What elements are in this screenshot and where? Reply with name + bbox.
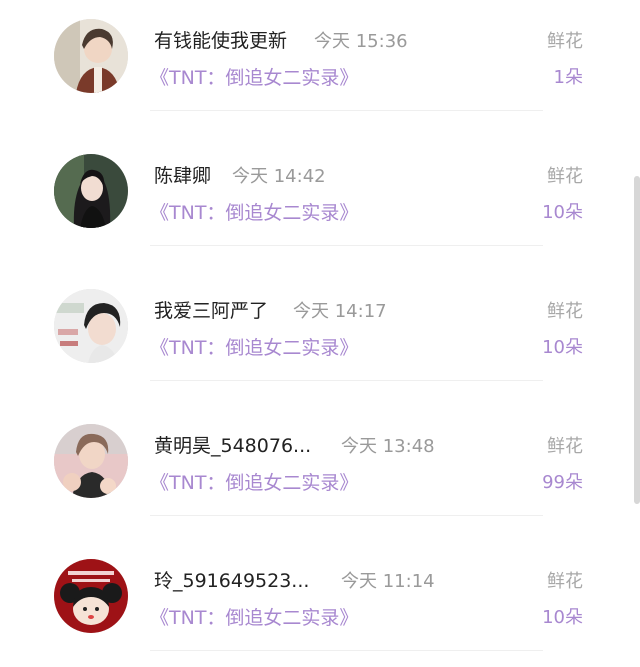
gift-count: 10朵 (542, 202, 583, 223)
gift-list: 有钱能使我更新 今天 15:36 《TNT：倒追女二实录》 鲜花 1朵 陈肆卿 … (0, 0, 640, 667)
avatar-photo (54, 154, 128, 228)
user-name[interactable]: 我爱三阿严了 (154, 296, 268, 323)
gift-type-label: 鲜花 (547, 436, 583, 457)
list-item[interactable]: 我爱三阿严了 今天 14:17 《TNT：倒追女二实录》 鲜花 10朵 (0, 270, 640, 405)
avatar-photo (54, 289, 128, 363)
avatar[interactable] (54, 424, 128, 498)
avatar[interactable] (54, 19, 128, 93)
list-item[interactable]: 玲_591649523... 今天 11:14 《TNT：倒追女二实录》 鲜花 … (0, 540, 640, 667)
gift-type-label: 鲜花 (547, 301, 583, 322)
book-title-link[interactable]: 《TNT：倒追女二实录》 (150, 468, 358, 495)
book-title-link[interactable]: 《TNT：倒追女二实录》 (150, 603, 358, 630)
timestamp: 今天 11:14 (341, 571, 435, 592)
gift-type-label: 鲜花 (547, 31, 583, 52)
gift-type-label: 鲜花 (547, 166, 583, 187)
avatar[interactable] (54, 289, 128, 363)
user-name[interactable]: 有钱能使我更新 (154, 26, 287, 53)
avatar[interactable] (54, 154, 128, 228)
gift-count: 10朵 (542, 337, 583, 358)
scrollbar[interactable] (634, 176, 640, 504)
user-name[interactable]: 黄明昊_548076... (154, 431, 311, 458)
list-item[interactable]: 黄明昊_548076... 今天 13:48 《TNT：倒追女二实录》 鲜花 9… (0, 405, 640, 540)
timestamp: 今天 14:17 (293, 301, 387, 322)
book-title-link[interactable]: 《TNT：倒追女二实录》 (150, 333, 358, 360)
gift-count: 1朵 (553, 67, 583, 88)
book-title-link[interactable]: 《TNT：倒追女二实录》 (150, 63, 358, 90)
book-title-link[interactable]: 《TNT：倒追女二实录》 (150, 198, 358, 225)
avatar-photo (54, 559, 128, 633)
list-item[interactable]: 有钱能使我更新 今天 15:36 《TNT：倒追女二实录》 鲜花 1朵 (0, 0, 640, 135)
user-name[interactable]: 陈肆卿 (154, 161, 211, 188)
list-item[interactable]: 陈肆卿 今天 14:42 《TNT：倒追女二实录》 鲜花 10朵 (0, 135, 640, 270)
timestamp: 今天 14:42 (232, 166, 326, 187)
avatar-photo (54, 19, 128, 93)
avatar-photo (54, 424, 128, 498)
gift-count: 99朵 (542, 472, 583, 493)
divider (150, 245, 543, 246)
gift-count: 10朵 (542, 607, 583, 628)
divider (150, 515, 543, 516)
timestamp: 今天 13:48 (341, 436, 435, 457)
user-name[interactable]: 玲_591649523... (154, 566, 309, 593)
divider (150, 110, 543, 111)
divider (150, 380, 543, 381)
divider (150, 650, 543, 651)
timestamp: 今天 15:36 (314, 31, 408, 52)
gift-type-label: 鲜花 (547, 571, 583, 592)
avatar[interactable] (54, 559, 128, 633)
